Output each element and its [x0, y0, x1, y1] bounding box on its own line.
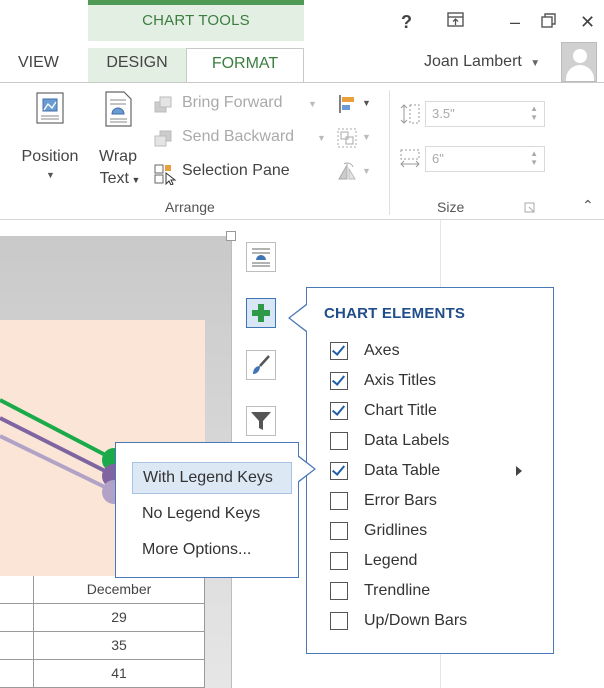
chart-element-data-table[interactable]: Data Table — [330, 458, 540, 484]
width-spinner-icon[interactable]: ▲ ▼ — [530, 149, 538, 167]
plus-icon — [252, 304, 270, 322]
table-row: December — [0, 576, 205, 604]
send-backward-icon — [154, 130, 172, 147]
submenu-arrow-icon[interactable] — [516, 466, 522, 476]
chart-element-data-labels[interactable]: Data Labels — [330, 428, 540, 454]
size-dialog-launcher-icon[interactable] — [524, 202, 536, 214]
rotate-icon — [338, 162, 356, 180]
chart-elements-title: CHART ELEMENTS — [324, 305, 466, 322]
position-icon — [36, 92, 64, 124]
align-button[interactable]: ▼ — [336, 93, 376, 117]
data-table-cell: 35 — [34, 632, 205, 660]
restore-button[interactable] — [540, 12, 558, 35]
menu-item-no-legend-keys[interactable]: No Legend Keys — [132, 499, 292, 531]
wrap-text-button[interactable]: Wrap Text ▼ — [92, 90, 144, 187]
rotate-button[interactable]: ▼ — [336, 161, 376, 185]
series-line-green[interactable] — [0, 398, 116, 462]
position-dropdown-icon: ▼ — [46, 170, 55, 180]
data-table-cell: 41 — [34, 660, 205, 688]
layout-options-button[interactable] — [246, 242, 276, 272]
data-table-header: December — [34, 576, 205, 604]
legend-checkbox[interactable] — [330, 552, 348, 570]
shape-width-input[interactable]: 6" ▲ ▼ — [425, 146, 545, 172]
data-labels-checkbox[interactable] — [330, 432, 348, 450]
shape-height-input[interactable]: 3.5" ▲ ▼ — [425, 101, 545, 127]
chart-tools-title: CHART TOOLS — [142, 12, 250, 29]
chart-element-gridlines[interactable]: Gridlines — [330, 518, 540, 544]
close-button[interactable]: ✕ — [580, 12, 595, 33]
table-row: 41 — [0, 660, 205, 688]
error-bars-checkbox[interactable] — [330, 492, 348, 510]
wrap-text-label-2: Text ▼ — [99, 170, 141, 187]
paintbrush-icon — [253, 355, 270, 374]
table-row: 35 — [0, 632, 205, 660]
shape-height-icon — [400, 104, 420, 124]
tab-format[interactable]: FORMAT — [186, 48, 304, 84]
chart-resize-handle[interactable] — [226, 231, 236, 241]
size-group-label: Size — [437, 199, 465, 215]
selection-pane-icon — [154, 164, 177, 185]
minimize-button[interactable]: – — [510, 12, 520, 33]
chart-element-axes[interactable]: Axes — [330, 338, 540, 364]
bring-forward-icon — [154, 96, 172, 113]
group-button[interactable]: ▼ — [336, 127, 376, 151]
chart-elements-button[interactable] — [246, 298, 276, 328]
wrap-text-icon — [105, 91, 132, 127]
ribbon-display-icon — [447, 12, 464, 27]
collapse-ribbon-icon[interactable]: ⌃ — [582, 197, 594, 214]
avatar[interactable] — [561, 42, 597, 82]
data-table-cell: 29 — [34, 604, 205, 632]
chart-title-checkbox[interactable] — [330, 402, 348, 420]
series-line-lavender[interactable] — [0, 434, 116, 494]
restore-icon — [541, 13, 556, 28]
table-row: 29 — [0, 604, 205, 632]
up-down-bars-checkbox[interactable] — [330, 612, 348, 630]
align-icon — [339, 95, 354, 113]
data-table-checkbox[interactable] — [330, 462, 348, 480]
layout-options-icon — [252, 248, 270, 267]
position-button[interactable]: Position ▼ — [18, 90, 82, 186]
help-button[interactable]: ? — [401, 12, 412, 33]
user-account-name[interactable]: Joan Lambert ▼ — [424, 53, 540, 71]
group-separator — [389, 90, 390, 215]
chart-element-trendline[interactable]: Trendline — [330, 578, 540, 604]
trendline-checkbox[interactable] — [330, 582, 348, 600]
bring-forward-button[interactable]: Bring Forward ▼ — [153, 93, 323, 117]
series-line-purple[interactable] — [0, 416, 116, 478]
selection-pane-button[interactable]: Selection Pane — [153, 161, 308, 185]
filter-icon — [251, 412, 271, 430]
chart-element-up-down-bars[interactable]: Up/Down Bars — [330, 608, 540, 634]
send-backward-button[interactable]: Send Backward ▼ — [153, 127, 328, 151]
chart-element-error-bars[interactable]: Error Bars — [330, 488, 540, 514]
bring-forward-dropdown-icon: ▼ — [308, 99, 317, 109]
tab-design[interactable]: DESIGN — [88, 48, 186, 82]
rotate-dropdown-icon: ▼ — [362, 166, 371, 176]
ribbon-display-options-button[interactable] — [446, 10, 466, 35]
height-spinner-icon[interactable]: ▲ ▼ — [530, 104, 538, 122]
menu-item-more-options[interactable]: More Options... — [132, 535, 292, 567]
chart-filters-button[interactable] — [246, 406, 276, 436]
tab-view[interactable]: VIEW — [18, 48, 59, 82]
group-icon — [337, 128, 357, 148]
gridlines-checkbox[interactable] — [330, 522, 348, 540]
chart-element-axis-titles[interactable]: Axis Titles — [330, 368, 540, 394]
align-dropdown-icon: ▼ — [362, 98, 371, 108]
axes-checkbox[interactable] — [330, 342, 348, 360]
chart-styles-button[interactable] — [246, 350, 276, 380]
axis-titles-checkbox[interactable] — [330, 372, 348, 390]
chart-element-chart-title[interactable]: Chart Title — [330, 398, 540, 424]
menu-item-with-legend-keys[interactable]: With Legend Keys — [132, 462, 292, 494]
shape-width-icon — [400, 149, 420, 168]
chart-element-legend[interactable]: Legend — [330, 548, 540, 574]
send-backward-dropdown-icon: ▼ — [317, 133, 326, 143]
user-dropdown-icon: ▼ — [530, 58, 541, 69]
arrange-group-label: Arrange — [165, 199, 215, 215]
group-dropdown-icon: ▼ — [362, 132, 371, 142]
